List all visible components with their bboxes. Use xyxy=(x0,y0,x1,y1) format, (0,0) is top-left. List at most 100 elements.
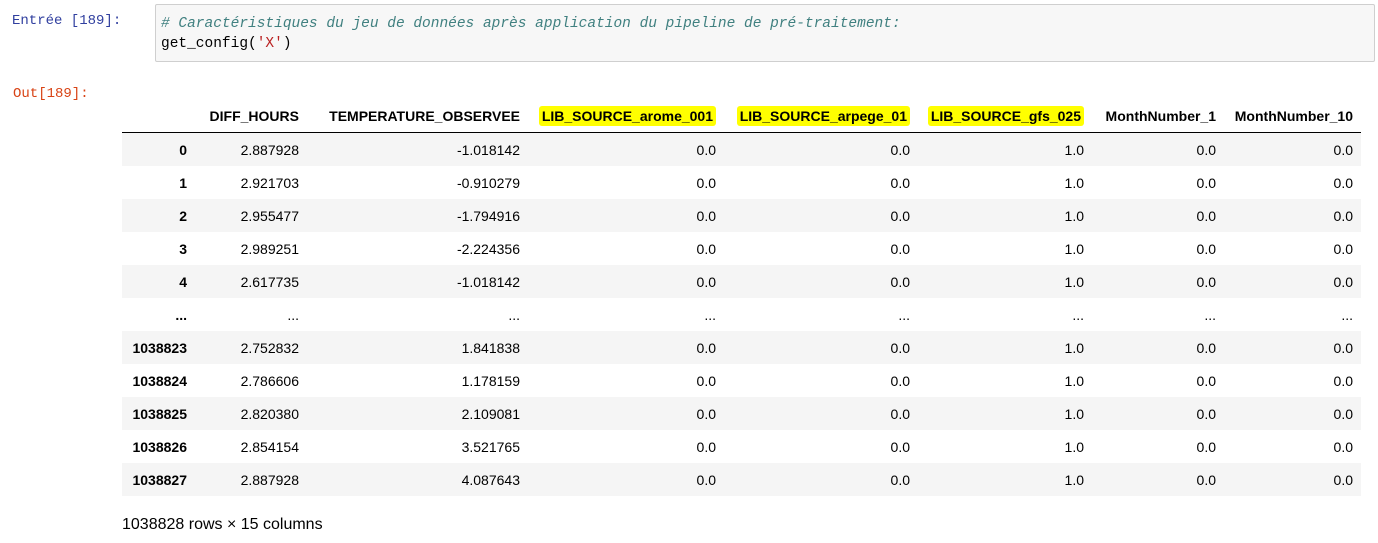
table-cell: 2.887928 xyxy=(240,471,299,488)
code-call-arg: 'X' xyxy=(256,36,283,52)
table-cell: 2.752832 xyxy=(240,339,299,356)
table-header-row: DIFF_HOURS TEMPERATURE_OBSERVEE LIB_SOUR… xyxy=(122,100,1361,133)
row-index: 1038824 xyxy=(132,372,187,389)
table-row: 1 2.921703 -0.910279 0.0 0.0 1.0 0.0 0.0 xyxy=(122,166,1361,199)
highlighted-column-label: LIB_SOURCE_gfs_025 xyxy=(927,106,1084,126)
highlighted-column-label: LIB_SOURCE_arome_001 xyxy=(538,106,716,126)
table-cell: 1.0 xyxy=(1064,405,1084,422)
table-row: 1038826 2.854154 3.521765 0.0 0.0 1.0 0.0 0.0 xyxy=(122,430,1361,463)
code-call-suffix: ) xyxy=(282,36,292,52)
row-index: 1038826 xyxy=(132,438,187,455)
table-cell: ... xyxy=(704,306,716,323)
table-cell: 1.0 xyxy=(1064,339,1084,356)
table-cell: 0.0 xyxy=(1333,372,1353,389)
row-index: 1038823 xyxy=(132,339,187,356)
table-row: 1038824 2.786606 1.178159 0.0 0.0 1.0 0.0 0.0 xyxy=(122,364,1361,397)
table-cell: 2.109081 xyxy=(461,405,520,422)
table-cell: ... xyxy=(1072,306,1084,323)
table-cell: 2.955477 xyxy=(240,207,299,224)
table-cell: 0.0 xyxy=(1196,273,1216,290)
table-cell: 0.0 xyxy=(1333,438,1353,455)
table-cell: -1.018142 xyxy=(456,273,520,290)
table-cell: 0.0 xyxy=(1333,471,1353,488)
table-cell: 4.087643 xyxy=(461,471,520,488)
row-index: ... xyxy=(175,306,187,323)
table-cell: ... xyxy=(1341,306,1353,323)
table-cell: 0.0 xyxy=(890,273,910,290)
table-cell: 0.0 xyxy=(890,339,910,356)
table-cell: 0.0 xyxy=(696,141,716,158)
code-cell[interactable]: # Caractéristiques du jeu de données apr… xyxy=(155,4,1375,62)
table-cell: 2.617735 xyxy=(240,273,299,290)
table-cell: 0.0 xyxy=(696,471,716,488)
table-cell: 0.0 xyxy=(696,273,716,290)
table-cell: 0.0 xyxy=(890,207,910,224)
code-call-prefix: get_config( xyxy=(161,36,257,52)
row-index: 1038827 xyxy=(132,471,187,488)
table-row: ........................ xyxy=(122,298,1361,331)
code-comment: # Caractéristiques du jeu de données apr… xyxy=(161,16,901,32)
table-cell: 0.0 xyxy=(1196,207,1216,224)
table-cell: 2.820380 xyxy=(240,405,299,422)
table-cell: 1.0 xyxy=(1064,174,1084,191)
table-cell: 0.0 xyxy=(1333,273,1353,290)
table-cell: 0.0 xyxy=(1196,141,1216,158)
table-cell: 0.0 xyxy=(1333,174,1353,191)
table-cell: 0.0 xyxy=(1333,141,1353,158)
table-cell: 2.921703 xyxy=(240,174,299,191)
table-cell: 1.0 xyxy=(1064,141,1084,158)
column-header: TEMPERATURE_OBSERVEE xyxy=(307,100,528,133)
table-cell: 0.0 xyxy=(1196,438,1216,455)
table-cell: -1.794916 xyxy=(456,207,520,224)
table-cell: 2.854154 xyxy=(240,438,299,455)
row-index: 4 xyxy=(179,273,187,290)
dataframe-shape-footer: 1038828 rows × 15 columns xyxy=(122,516,323,533)
table-cell: 0.0 xyxy=(696,438,716,455)
row-index: 1038825 xyxy=(132,405,187,422)
table-cell: ... xyxy=(287,306,299,323)
table-cell: 0.0 xyxy=(890,405,910,422)
table-cell: 1.0 xyxy=(1064,240,1084,257)
table-cell: -2.224356 xyxy=(456,240,520,257)
row-index: 2 xyxy=(179,207,187,224)
table-cell: 0.0 xyxy=(696,405,716,422)
table-row: 1038823 2.752832 1.841838 0.0 0.0 1.0 0.0 0.0 xyxy=(122,331,1361,364)
table-row: 0 2.887928 -1.018142 0.0 0.0 1.0 0.0 0.0 xyxy=(122,132,1361,166)
table-cell: 0.0 xyxy=(696,207,716,224)
table-cell: 1.0 xyxy=(1064,372,1084,389)
row-index: 3 xyxy=(179,240,187,257)
table-cell: 2.887928 xyxy=(240,141,299,158)
table-cell: 0.0 xyxy=(890,141,910,158)
table-cell: 1.0 xyxy=(1064,438,1084,455)
table-cell: 2.989251 xyxy=(240,240,299,257)
table-cell: 3.521765 xyxy=(461,438,520,455)
table-cell: 0.0 xyxy=(1196,339,1216,356)
table-cell: ... xyxy=(508,306,520,323)
table-cell: 1.0 xyxy=(1064,207,1084,224)
table-row: 1038827 2.887928 4.087643 0.0 0.0 1.0 0.0 0.0 xyxy=(122,463,1361,496)
output-prompt: Out[189]: xyxy=(13,86,89,102)
table-cell: ... xyxy=(898,306,910,323)
table-cell: 1.178159 xyxy=(461,372,520,389)
table-row: 4 2.617735 -1.018142 0.0 0.0 1.0 0.0 0.0 xyxy=(122,265,1361,298)
table-cell: 0.0 xyxy=(890,174,910,191)
column-header: DIFF_HOURS xyxy=(195,100,307,133)
table-cell: 0.0 xyxy=(1333,405,1353,422)
table-cell: 2.786606 xyxy=(240,372,299,389)
table-row: 2 2.955477 -1.794916 0.0 0.0 1.0 0.0 0.0 xyxy=(122,199,1361,232)
column-header: LIB_SOURCE_arpege_01 xyxy=(724,100,918,133)
table-cell: 1.0 xyxy=(1064,273,1084,290)
table-cell: -0.910279 xyxy=(456,174,520,191)
table-cell: ... xyxy=(1204,306,1216,323)
table-cell: 0.0 xyxy=(890,372,910,389)
table-cell: 0.0 xyxy=(696,372,716,389)
table-cell: 0.0 xyxy=(1333,207,1353,224)
column-header: LIB_SOURCE_arome_001 xyxy=(528,100,724,133)
input-prompt: Entrée [189]: xyxy=(12,13,122,29)
column-header-index xyxy=(122,100,195,133)
table-cell: 0.0 xyxy=(1333,339,1353,356)
column-header: LIB_SOURCE_gfs_025 xyxy=(918,100,1092,133)
table-row: 3 2.989251 -2.224356 0.0 0.0 1.0 0.0 0.0 xyxy=(122,232,1361,265)
column-header: MonthNumber_10 xyxy=(1224,100,1361,133)
row-index: 0 xyxy=(179,141,187,158)
